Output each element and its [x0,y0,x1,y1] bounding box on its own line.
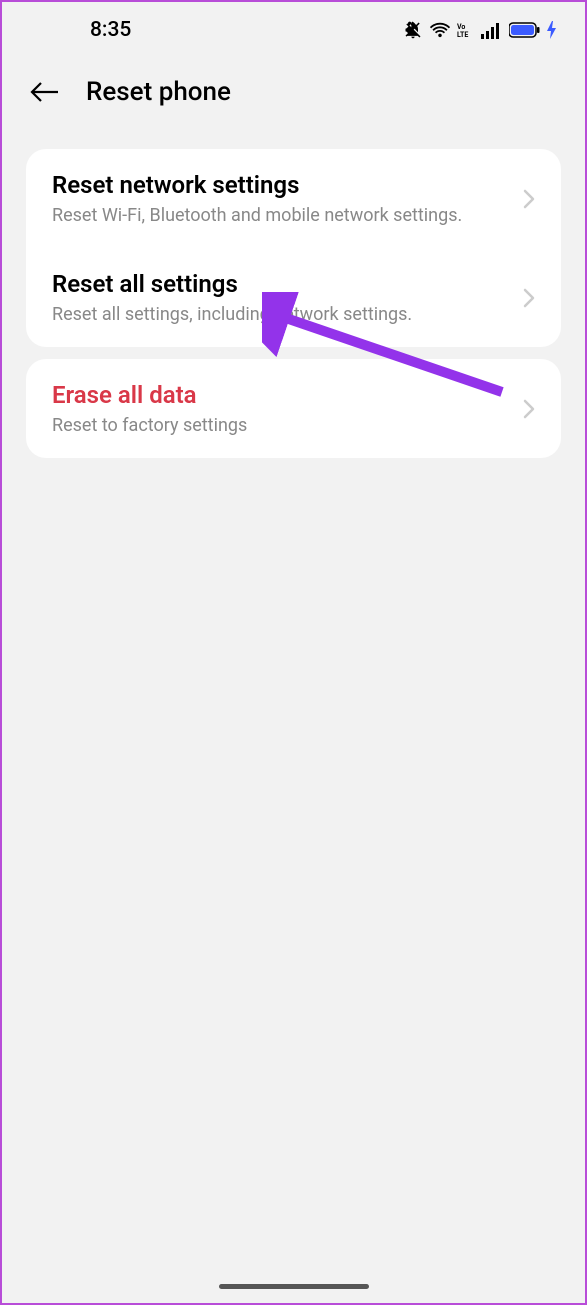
list-item-content: Reset all settings Reset all settings, i… [52,270,513,325]
item-title: Erase all data [52,381,513,409]
reset-options-card: Reset network settings Reset Wi-Fi, Blue… [26,149,561,347]
reset-all-settings-item[interactable]: Reset all settings Reset all settings, i… [26,248,561,347]
item-subtitle: Reset to factory settings [52,415,513,436]
status-time: 8:35 [90,18,131,42]
item-subtitle: Reset all settings, including network se… [52,304,513,325]
item-title: Reset all settings [52,270,513,298]
erase-all-data-item[interactable]: Erase all data Reset to factory settings [26,359,561,458]
battery-icon [509,22,541,38]
item-title: Reset network settings [52,171,513,199]
reset-network-settings-item[interactable]: Reset network settings Reset Wi-Fi, Blue… [26,149,561,248]
home-indicator[interactable] [219,1284,369,1289]
mute-icon [403,20,423,40]
header: Reset phone [2,57,585,137]
page-title: Reset phone [86,77,231,107]
chevron-right-icon [523,189,535,209]
erase-card: Erase all data Reset to factory settings [26,359,561,458]
status-bar: 8:35 Vo LTE [2,2,585,57]
chevron-right-icon [523,288,535,308]
svg-text:Vo: Vo [457,23,465,31]
status-icons-group: Vo LTE [403,20,557,40]
chevron-right-icon [523,399,535,419]
svg-text:LTE: LTE [457,31,468,38]
back-arrow-icon [30,80,60,104]
volte-icon: Vo LTE [457,22,475,38]
wifi-icon [429,21,451,39]
charging-icon [547,21,557,39]
list-item-content: Erase all data Reset to factory settings [52,381,513,436]
back-button[interactable] [30,80,60,104]
list-item-content: Reset network settings Reset Wi-Fi, Blue… [52,171,513,226]
signal-icon [481,21,503,39]
item-subtitle: Reset Wi-Fi, Bluetooth and mobile networ… [52,205,513,226]
